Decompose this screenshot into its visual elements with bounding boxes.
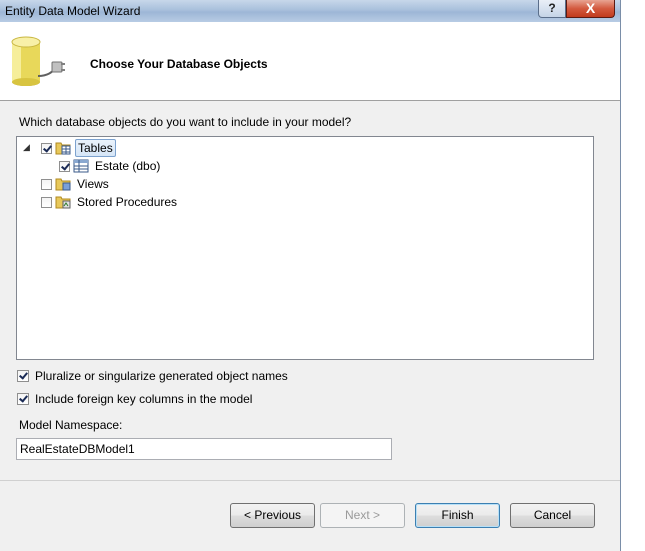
wizard-window: Entity Data Model Wizard ? X Choose Your…: [0, 0, 621, 551]
namespace-input[interactable]: [16, 438, 392, 460]
tables-checkbox[interactable]: [41, 142, 52, 154]
tree-node-views[interactable]: Views: [41, 175, 111, 193]
objects-prompt: Which database objects do you want to in…: [19, 115, 352, 129]
views-label[interactable]: Views: [75, 176, 111, 192]
foreign-keys-label[interactable]: Include foreign key columns in the model: [35, 392, 252, 406]
pluralize-checkbox[interactable]: [17, 370, 29, 382]
table-icon: [73, 159, 89, 173]
estate-label[interactable]: Estate (dbo): [93, 158, 162, 174]
finish-button[interactable]: Finish: [415, 503, 500, 528]
tables-folder-icon: [55, 142, 71, 155]
footer-divider: [0, 480, 620, 481]
foreign-keys-option[interactable]: Include foreign key columns in the model: [17, 392, 252, 406]
cancel-button[interactable]: Cancel: [510, 503, 595, 528]
procedures-folder-icon: [55, 196, 71, 209]
tree-node-procedures[interactable]: Stored Procedures: [41, 193, 179, 211]
window-title: Entity Data Model Wizard: [5, 4, 141, 18]
pluralize-label[interactable]: Pluralize or singularize generated objec…: [35, 369, 288, 383]
namespace-label: Model Namespace:: [19, 418, 123, 432]
tree-node-estate[interactable]: Estate (dbo): [59, 157, 162, 175]
tables-label[interactable]: Tables: [75, 139, 116, 157]
foreign-keys-checkbox[interactable]: [17, 393, 29, 405]
wizard-header: Choose Your Database Objects: [0, 22, 620, 101]
views-folder-icon: [55, 178, 71, 191]
views-checkbox[interactable]: [41, 178, 52, 190]
previous-button[interactable]: < Previous: [230, 503, 315, 528]
pluralize-option[interactable]: Pluralize or singularize generated objec…: [17, 369, 288, 383]
database-connection-icon: [11, 36, 65, 86]
database-objects-tree[interactable]: ◢ Tables Estate (dbo) Views Stored Proce…: [16, 136, 594, 360]
next-button[interactable]: Next >: [320, 503, 405, 528]
tree-node-tables[interactable]: ◢ Tables: [23, 139, 116, 157]
procedures-checkbox[interactable]: [41, 196, 52, 208]
page-heading: Choose Your Database Objects: [90, 57, 268, 71]
help-button[interactable]: ?: [538, 0, 566, 18]
close-button[interactable]: X: [566, 0, 615, 18]
estate-checkbox[interactable]: [59, 160, 70, 172]
procedures-label[interactable]: Stored Procedures: [75, 194, 179, 210]
title-bar[interactable]: Entity Data Model Wizard ? X: [0, 0, 620, 22]
collapse-triangle-icon[interactable]: ◢: [23, 142, 33, 152]
